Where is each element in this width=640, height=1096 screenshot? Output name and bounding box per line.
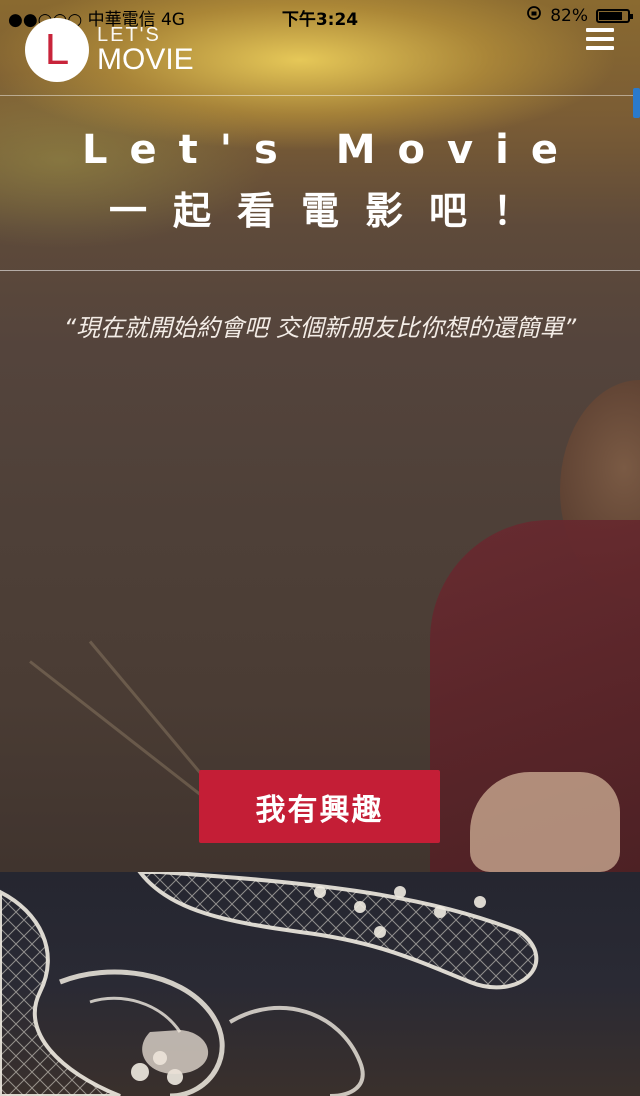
interest-button[interactable]: 我有興趣	[199, 770, 440, 843]
hamburger-menu-icon[interactable]	[586, 28, 614, 52]
scrollbar[interactable]	[633, 88, 640, 118]
hero-quote: “現在就開始約會吧 交個新朋友比你想的還簡單”	[63, 314, 577, 342]
hero-photo-hand	[470, 772, 620, 872]
hero-title-en: Let's Movie	[82, 127, 580, 173]
hero-title-zh: 一起看電影吧！	[108, 189, 557, 233]
hero-divider	[0, 270, 640, 271]
navbar: L LET'S MOVIE	[0, 0, 640, 96]
lace-section-background	[0, 872, 640, 1096]
lace-pattern	[0, 872, 539, 1096]
logo-circle: L	[25, 18, 89, 82]
logo-line1: LET'S	[97, 24, 161, 46]
logo-wordmark: LET'S MOVIE	[97, 25, 194, 75]
site-logo[interactable]: L LET'S MOVIE	[25, 18, 194, 82]
logo-line2: MOVIE	[97, 43, 194, 76]
hero-headline: Let's Movie 一起看電影吧！	[0, 124, 640, 236]
navbar-divider	[0, 95, 640, 96]
